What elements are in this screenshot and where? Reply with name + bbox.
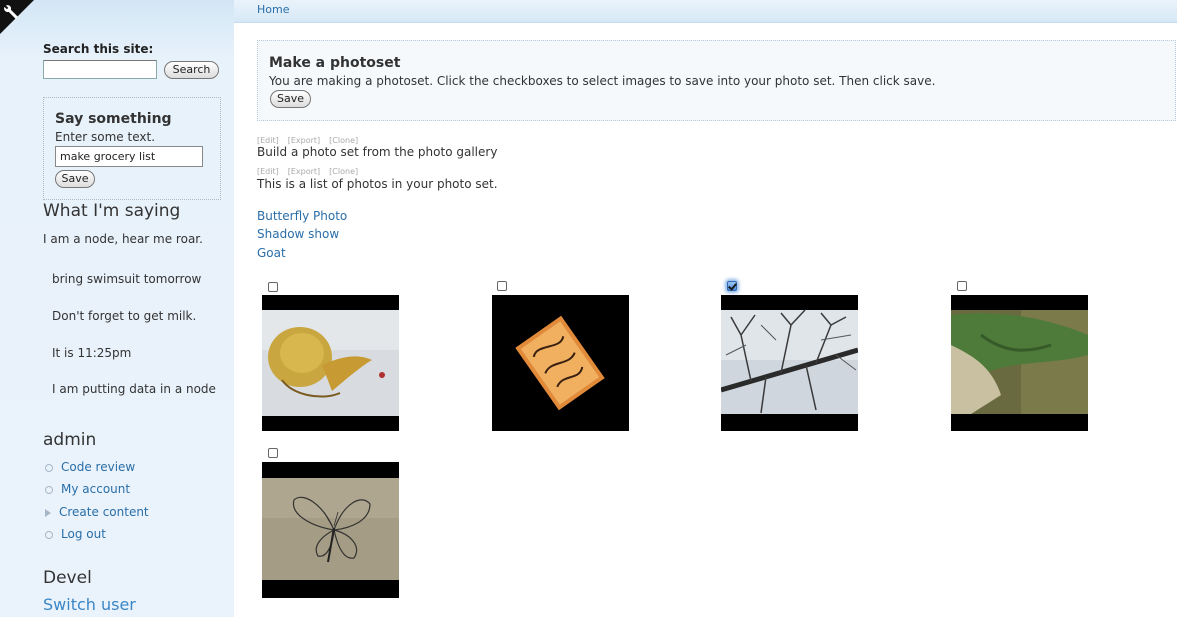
menu-item-create-content: Create content	[45, 505, 149, 519]
say-something-block: Say something Enter some text. Save	[43, 97, 221, 200]
photo-select-checkbox[interactable]	[268, 448, 278, 458]
breadcrumb-bar: Home	[234, 0, 1177, 23]
saying-intro: I am a node, hear me roar.	[43, 232, 203, 246]
gallery-photo-bare-tree[interactable]	[721, 295, 858, 431]
gallery-photo-comic-book[interactable]	[492, 295, 629, 431]
say-something-input[interactable]	[55, 146, 203, 167]
bullet-icon	[45, 463, 53, 472]
edit-link[interactable]: [Edit]	[257, 167, 279, 176]
saying-heading: What I'm saying	[43, 201, 181, 221]
admin-heading: admin	[43, 430, 97, 450]
say-something-help: Enter some text.	[55, 130, 156, 144]
clone-link[interactable]: [Clone]	[329, 167, 358, 176]
sidebar: Search this site: Search Say something E…	[0, 0, 234, 617]
saying-item: bring swimsuit tomorrow	[52, 272, 202, 286]
edit-link[interactable]: [Edit]	[257, 136, 279, 145]
menu-item-code-review: Code review	[45, 460, 135, 474]
photo-link-goat[interactable]: Goat	[257, 246, 286, 260]
create-content-link[interactable]: Create content	[59, 505, 149, 519]
menu-item-my-account: My account	[45, 482, 130, 496]
home-breadcrumb-link[interactable]: Home	[257, 3, 289, 16]
say-something-title: Say something	[55, 111, 172, 127]
bullet-icon	[45, 530, 53, 539]
view-header-text: Build a photo set from the photo gallery	[257, 145, 498, 159]
my-account-link[interactable]: My account	[61, 482, 130, 496]
view-admin-links: [Edit] [Export] [Clone]	[257, 167, 367, 176]
menu-item-log-out: Log out	[45, 527, 106, 541]
search-input[interactable]	[43, 60, 157, 79]
photo-select-checkbox-checked[interactable]	[727, 281, 737, 291]
export-link[interactable]: [Export]	[288, 136, 320, 145]
photo-select-checkbox[interactable]	[268, 282, 278, 292]
gallery-photo-green-cloth[interactable]	[951, 295, 1088, 431]
photo-link-shadow-show[interactable]: Shadow show	[257, 227, 339, 241]
switch-user-link[interactable]: Switch user	[43, 595, 136, 614]
view-admin-links: [Edit] [Export] [Clone]	[257, 136, 367, 145]
photo-link-butterfly[interactable]: Butterfly Photo	[257, 209, 347, 223]
saying-item: It is 11:25pm	[52, 346, 132, 360]
search-label: Search this site:	[43, 42, 154, 56]
say-save-button[interactable]: Save	[55, 170, 95, 188]
wrench-icon[interactable]	[0, 0, 34, 34]
saying-item: I am putting data in a node	[52, 382, 216, 396]
photo-select-checkbox[interactable]	[497, 281, 507, 291]
make-photoset-block: Make a photoset You are making a photose…	[257, 40, 1176, 121]
collapsed-triangle-icon	[45, 508, 51, 517]
photo-select-checkbox[interactable]	[957, 281, 967, 291]
gallery-photo-fish-drawing[interactable]	[262, 295, 399, 431]
clone-link[interactable]: [Clone]	[329, 136, 358, 145]
export-link[interactable]: [Export]	[288, 167, 320, 176]
log-out-link[interactable]: Log out	[61, 527, 106, 541]
photoset-title: Make a photoset	[269, 55, 401, 71]
gallery-photo-butterfly-sketch[interactable]	[262, 462, 399, 598]
bullet-icon	[45, 485, 53, 494]
view-header-text: This is a list of photos in your photo s…	[257, 177, 498, 191]
devel-heading: Devel	[43, 568, 92, 588]
code-review-link[interactable]: Code review	[61, 460, 135, 474]
search-button[interactable]: Search	[164, 61, 219, 79]
saying-item: Don't forget to get milk.	[52, 309, 197, 323]
photoset-save-button[interactable]: Save	[270, 90, 311, 108]
photoset-description: You are making a photoset. Click the che…	[269, 74, 936, 88]
